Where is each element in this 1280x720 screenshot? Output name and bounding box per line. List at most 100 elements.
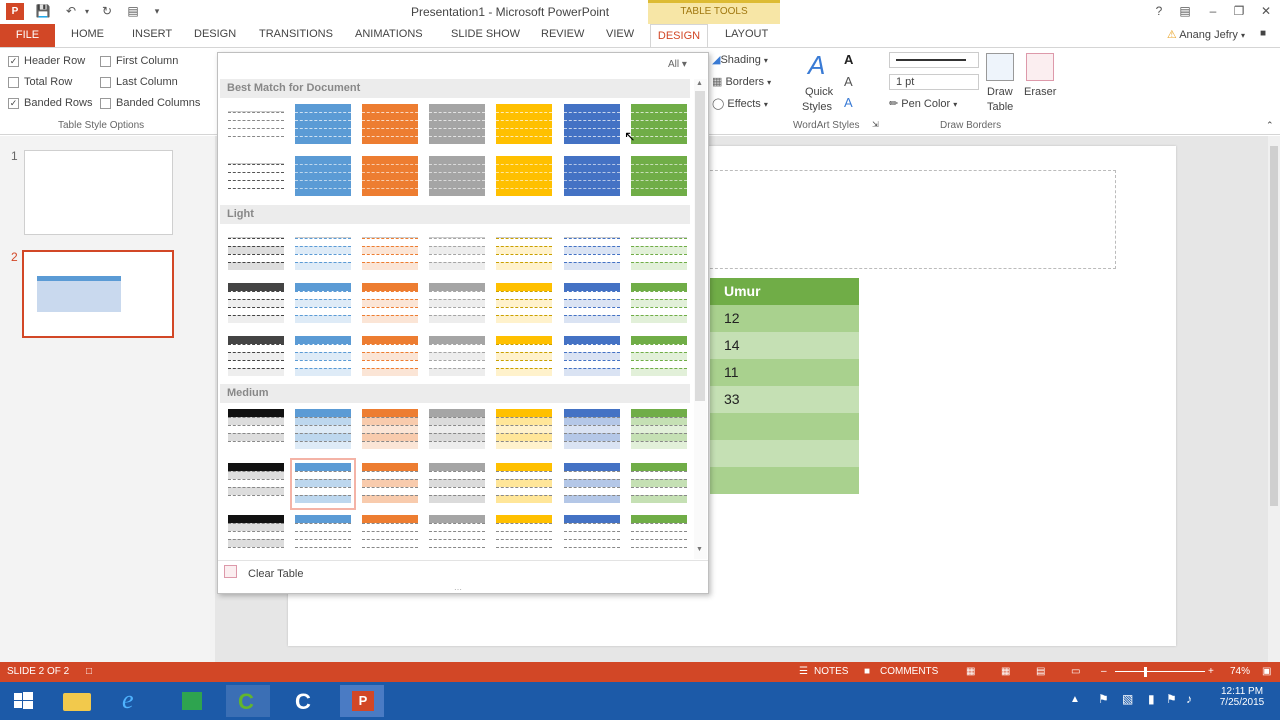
pen-color-button[interactable]: ✏ Pen Color ▾ bbox=[889, 97, 957, 110]
table-style-swatch[interactable] bbox=[631, 463, 687, 505]
redo-icon[interactable]: ↻ bbox=[98, 3, 116, 20]
table-style-swatch[interactable] bbox=[496, 230, 552, 272]
table-style-swatch[interactable] bbox=[631, 230, 687, 272]
user-account[interactable]: ⚠ Anang Jefry ▾ bbox=[1167, 28, 1245, 41]
zoom-level[interactable]: 74% bbox=[1230, 666, 1250, 677]
table-style-swatch[interactable] bbox=[496, 156, 552, 198]
table-style-swatch[interactable] bbox=[564, 463, 620, 505]
restore-button[interactable]: ❐ bbox=[1228, 3, 1250, 20]
spellcheck-icon[interactable]: □ bbox=[86, 666, 92, 677]
table-style-swatch[interactable] bbox=[564, 409, 620, 451]
text-fill-icon[interactable]: A bbox=[844, 52, 853, 67]
table-cell[interactable] bbox=[710, 440, 859, 467]
eraser-icon[interactable] bbox=[1026, 53, 1054, 81]
table-style-swatch[interactable] bbox=[564, 104, 620, 146]
scrollbar-thumb[interactable] bbox=[1270, 146, 1278, 506]
table-style-swatch[interactable] bbox=[362, 409, 418, 451]
table-style-swatch[interactable] bbox=[496, 409, 552, 451]
table-style-swatch[interactable] bbox=[295, 336, 351, 378]
title-placeholder[interactable] bbox=[700, 170, 1116, 269]
gallery-scrollbar-thumb[interactable] bbox=[695, 91, 705, 401]
tab-insert[interactable]: INSERT bbox=[132, 28, 172, 40]
vertical-scrollbar[interactable] bbox=[1268, 136, 1280, 662]
slide-show-icon[interactable]: ▭ bbox=[1071, 666, 1080, 677]
draw-table-label-1[interactable]: Draw bbox=[987, 86, 1013, 98]
table-style-swatch[interactable] bbox=[228, 515, 284, 557]
customize-toolbar-icon[interactable]: ▾ bbox=[148, 3, 166, 20]
tab-transitions[interactable]: TRANSITIONS bbox=[259, 28, 333, 40]
normal-view-icon[interactable]: ▦ bbox=[966, 666, 975, 677]
file-explorer-icon[interactable] bbox=[55, 685, 99, 717]
save-icon[interactable]: 💾 bbox=[34, 3, 52, 20]
draw-table-label-2[interactable]: Table bbox=[987, 101, 1013, 113]
tab-design[interactable]: DESIGN bbox=[194, 28, 236, 40]
table-style-swatch[interactable] bbox=[564, 283, 620, 325]
table-style-swatch[interactable] bbox=[631, 336, 687, 378]
battery-icon[interactable]: ▮ bbox=[1148, 692, 1155, 706]
banded-columns-checkbox[interactable] bbox=[100, 98, 111, 109]
table-style-swatch[interactable] bbox=[228, 230, 284, 272]
table-header-cell[interactable]: Umur bbox=[710, 278, 859, 305]
table-cell[interactable]: 14 bbox=[710, 332, 859, 359]
eraser-label[interactable]: Eraser bbox=[1024, 86, 1056, 98]
table-style-swatch[interactable] bbox=[429, 515, 485, 557]
zoom-out-icon[interactable]: – bbox=[1101, 666, 1107, 677]
scroll-down-icon[interactable]: ▼ bbox=[696, 546, 703, 553]
table-style-swatch[interactable] bbox=[295, 104, 351, 146]
table-style-swatch[interactable] bbox=[631, 156, 687, 198]
slide-sorter-icon[interactable]: ▦ bbox=[1001, 666, 1010, 677]
table-cell[interactable] bbox=[710, 413, 859, 440]
quick-styles-label-1[interactable]: Quick bbox=[805, 86, 833, 98]
table-style-swatch[interactable] bbox=[429, 104, 485, 146]
table-style-swatch[interactable] bbox=[564, 156, 620, 198]
pen-style-dropdown[interactable] bbox=[889, 52, 979, 68]
table-style-swatch[interactable] bbox=[496, 283, 552, 325]
table-style-swatch[interactable] bbox=[496, 515, 552, 557]
close-button[interactable]: ✕ bbox=[1255, 3, 1277, 20]
camtasia-recorder-icon[interactable]: C bbox=[226, 685, 270, 717]
tab-file[interactable]: FILE bbox=[0, 24, 55, 47]
clock[interactable]: 12:11 PM 7/25/2015 bbox=[1218, 686, 1266, 708]
reading-view-icon[interactable]: ▤ bbox=[1036, 666, 1045, 677]
table-style-swatch[interactable] bbox=[228, 463, 284, 505]
undo-dropdown-icon[interactable]: ▾ bbox=[78, 3, 96, 20]
table-style-swatch[interactable] bbox=[362, 515, 418, 557]
zoom-slider-thumb[interactable] bbox=[1144, 667, 1147, 677]
tab-view[interactable]: VIEW bbox=[606, 28, 634, 40]
powerpoint-taskbar-icon[interactable]: P bbox=[340, 685, 384, 717]
tab-home[interactable]: HOME bbox=[71, 28, 104, 40]
store-icon[interactable] bbox=[170, 685, 214, 717]
minimize-button[interactable]: – bbox=[1202, 3, 1224, 20]
notes-button[interactable]: NOTES bbox=[814, 666, 848, 677]
total-row-checkbox[interactable] bbox=[8, 77, 19, 88]
table-style-swatch[interactable] bbox=[564, 336, 620, 378]
table-style-swatch[interactable] bbox=[429, 463, 485, 505]
text-effects-icon[interactable]: A bbox=[844, 95, 853, 110]
tab-slide-show[interactable]: SLIDE SHOW bbox=[451, 28, 520, 40]
tab-animations[interactable]: ANIMATIONS bbox=[355, 28, 423, 40]
table-style-swatch[interactable] bbox=[228, 283, 284, 325]
banded-rows-checkbox[interactable]: ✓ bbox=[8, 98, 19, 109]
gallery-filter-dropdown[interactable]: All ▾ bbox=[668, 59, 687, 70]
table-style-swatch[interactable] bbox=[295, 283, 351, 325]
table-style-swatch[interactable] bbox=[290, 458, 356, 510]
comments-icon[interactable]: ■ bbox=[864, 666, 870, 677]
table-style-swatch[interactable] bbox=[631, 409, 687, 451]
table-cell[interactable]: 12 bbox=[710, 305, 859, 332]
table-style-swatch[interactable] bbox=[228, 409, 284, 451]
quick-styles-label-2[interactable]: Styles bbox=[802, 101, 832, 113]
table-style-swatch[interactable] bbox=[362, 463, 418, 505]
table-style-swatch[interactable] bbox=[496, 463, 552, 505]
table-style-swatch[interactable] bbox=[429, 283, 485, 325]
ribbon-display-options-icon[interactable]: ▤ bbox=[1174, 3, 1196, 20]
last-column-checkbox[interactable] bbox=[100, 77, 111, 88]
table-style-swatch[interactable] bbox=[631, 283, 687, 325]
scroll-up-icon[interactable]: ▲ bbox=[696, 80, 703, 87]
table-style-swatch[interactable] bbox=[429, 156, 485, 198]
table-style-swatch[interactable] bbox=[496, 336, 552, 378]
internet-explorer-icon[interactable]: e bbox=[112, 685, 156, 717]
powerpoint-logo-icon[interactable]: P bbox=[6, 3, 24, 20]
table-cell[interactable]: 11 bbox=[710, 359, 859, 386]
table-style-swatch[interactable] bbox=[631, 104, 687, 146]
table-style-swatch[interactable] bbox=[228, 336, 284, 378]
